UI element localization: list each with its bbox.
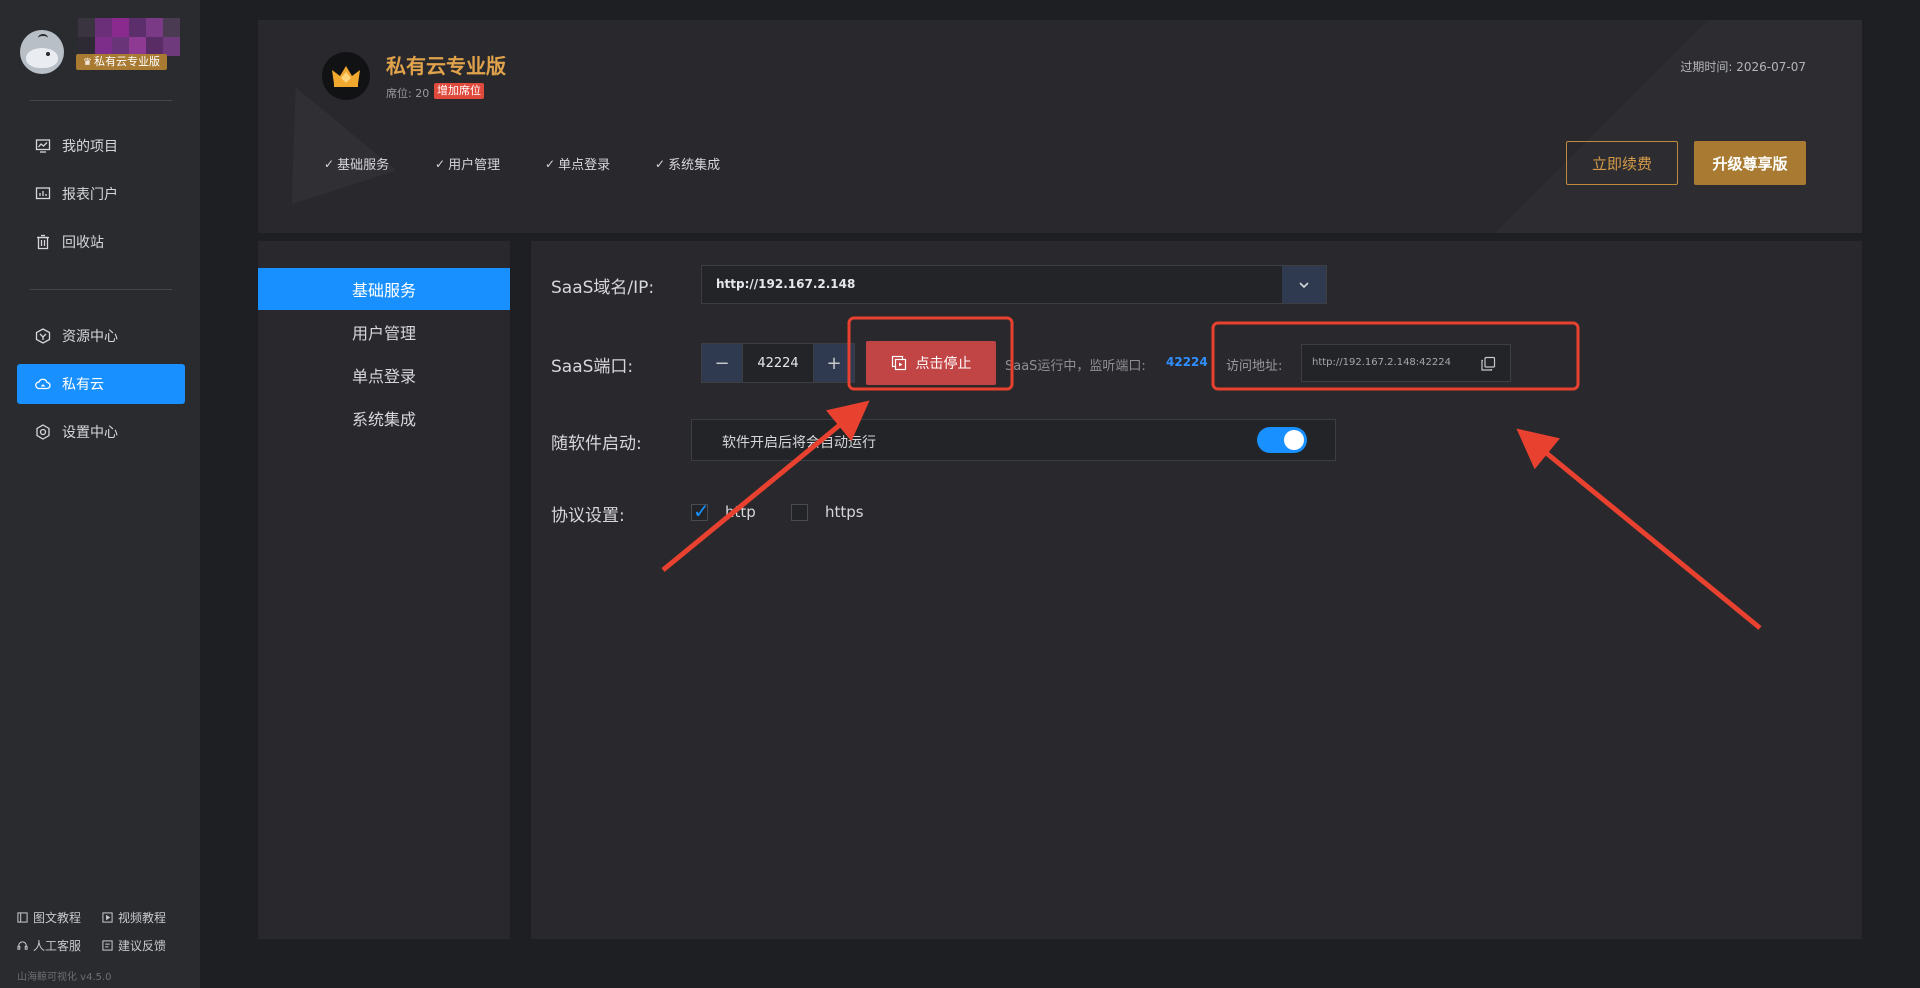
check-icon: ✓ [435, 156, 446, 171]
subnav-sso[interactable]: 单点登录 [258, 354, 510, 396]
feedback-link-label: 建议反馈 [118, 939, 167, 953]
support-link-label: 人工客服 [33, 939, 82, 953]
edition-badge: ♛ 私有云专业版 [76, 54, 167, 70]
subnav-system-integration[interactable]: 系统集成 [258, 397, 510, 439]
checkmark-icon: ✓ [693, 499, 710, 523]
docs-link[interactable]: 图文教程 [17, 909, 81, 926]
private-cloud-subnav: 基础服务 用户管理 单点登录 系统集成 [258, 241, 510, 939]
subnav-user-management[interactable]: 用户管理 [258, 311, 510, 353]
stop-service-label: 点击停止 [915, 356, 972, 372]
expire-date: 过期时间: 2026-07-07 [1680, 60, 1806, 74]
access-address-field[interactable]: http://192.167.2.148:42224 [1301, 344, 1511, 382]
settings-gear-icon [34, 423, 52, 441]
access-address-value: http://192.167.2.148:42224 [1312, 357, 1451, 368]
https-checkbox[interactable] [791, 504, 808, 521]
nav-item-label: 资源中心 [62, 329, 118, 345]
nav-item-my-projects[interactable]: 我的项目 [17, 126, 185, 166]
headset-icon [17, 940, 29, 952]
decrement-button[interactable]: − [702, 344, 742, 382]
videos-link[interactable]: 视频教程 [102, 909, 166, 926]
feedback-link[interactable]: 建议反馈 [102, 937, 166, 954]
stop-service-icon [891, 355, 907, 371]
feature-item: ✓ 单点登录 [545, 154, 611, 174]
nav-item-label: 报表门户 [62, 187, 118, 203]
plan-header: 私有云专业版 席位: 20 增加席位 过期时间: 2026-07-07 ✓ 基础服… [258, 20, 1862, 233]
http-label: http [725, 503, 756, 521]
autostart-label: 随软件启动: [551, 434, 642, 454]
check-icon: ✓ [545, 156, 556, 171]
check-icon: ✓ [324, 156, 335, 171]
add-seat-button[interactable]: 增加席位 [434, 83, 484, 99]
feature-item: ✓ 系统集成 [655, 154, 721, 174]
chevron-down-icon[interactable] [1282, 266, 1326, 303]
nav-item-resource-center[interactable]: 资源中心 [17, 316, 185, 356]
access-address-label: 访问地址: [1226, 359, 1283, 374]
port-stepper: − 42224 + [701, 343, 855, 383]
port-label: SaaS端口: [551, 357, 634, 377]
autostart-description: 软件开启后将会自动运行 [722, 435, 876, 451]
nav-item-label: 我的项目 [62, 139, 118, 155]
docs-link-label: 图文教程 [33, 911, 82, 925]
divider [30, 100, 172, 101]
nav-item-private-cloud[interactable]: 私有云 [17, 364, 185, 404]
version-text: 山海鲸可视化 v4.5.0 [17, 972, 112, 983]
subnav-basic-service[interactable]: 基础服务 [258, 268, 510, 310]
feature-label: 系统集成 [668, 158, 721, 173]
feature-item: ✓ 基础服务 [324, 154, 390, 174]
check-icon: ✓ [655, 156, 666, 171]
nav-item-label: 私有云 [62, 377, 104, 393]
nav-item-settings-center[interactable]: 设置中心 [17, 412, 185, 452]
renew-button[interactable]: 立即续费 [1566, 141, 1678, 185]
cloud-icon [34, 375, 52, 393]
decoration [1342, 20, 1862, 233]
autostart-row: 软件开启后将会自动运行 [691, 419, 1336, 461]
video-icon [102, 911, 114, 924]
copy-icon[interactable] [1480, 356, 1496, 372]
crown-logo-icon [322, 52, 370, 100]
resource-hex-icon [34, 327, 52, 345]
feature-label: 单点登录 [558, 158, 611, 173]
feature-item: ✓ 用户管理 [435, 154, 501, 174]
http-checkbox[interactable]: ✓ [691, 499, 710, 523]
stop-service-button[interactable]: 点击停止 [866, 341, 996, 385]
feedback-icon [102, 939, 114, 952]
nav-item-label: 回收站 [62, 235, 104, 251]
protocol-label: 协议设置: [551, 506, 625, 526]
feature-label: 基础服务 [337, 158, 390, 173]
domain-label: SaaS域名/IP: [551, 278, 655, 298]
toggle-knob [1284, 430, 1304, 450]
nav-item-recycle-bin[interactable]: 回收站 [17, 222, 185, 262]
domain-value: http://192.167.2.148 [716, 277, 856, 291]
domain-select[interactable]: http://192.167.2.148 [701, 265, 1327, 304]
doc-icon [17, 911, 29, 924]
whale-logo-icon [20, 30, 64, 74]
dashboard-icon [34, 185, 52, 203]
edition-badge-label: 私有云专业版 [93, 55, 160, 68]
brand: ♛ 私有云专业版 [18, 18, 188, 78]
divider [30, 289, 172, 290]
listening-port: 42224 [1166, 355, 1208, 369]
nav-item-report-portal[interactable]: 报表门户 [17, 174, 185, 214]
port-input[interactable]: 42224 [742, 344, 814, 382]
support-link[interactable]: 人工客服 [17, 937, 81, 954]
crown-icon: ♛ [83, 57, 92, 68]
upgrade-button[interactable]: 升级尊享版 [1694, 141, 1806, 185]
videos-link-label: 视频教程 [118, 911, 167, 925]
sidebar: ♛ 私有云专业版 我的项目 报表门户 回收站 资源中心 私有云 设置中心 图文教… [0, 0, 200, 988]
seat-count: 席位: 20 [386, 87, 430, 100]
service-status-text: SaaS运行中，监听端口: [1005, 359, 1146, 374]
trash-icon [34, 233, 52, 251]
autostart-toggle[interactable] [1257, 427, 1307, 453]
avatar[interactable] [78, 18, 180, 56]
feature-label: 用户管理 [448, 158, 501, 173]
nav-item-label: 设置中心 [62, 425, 118, 441]
chart-monitor-icon [34, 137, 52, 155]
increment-button[interactable]: + [814, 344, 854, 382]
https-label: https [825, 503, 864, 521]
plan-title: 私有云专业版 [386, 54, 506, 78]
